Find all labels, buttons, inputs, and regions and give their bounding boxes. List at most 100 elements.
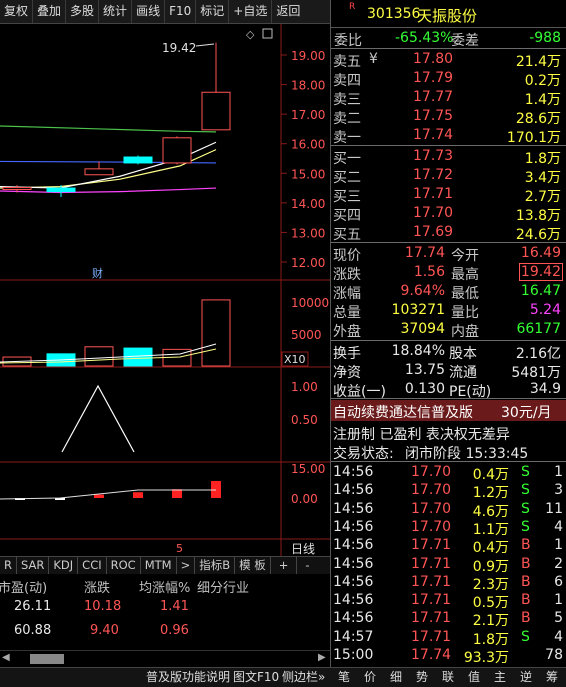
add-watchlist-button[interactable]: +自选 — [229, 0, 273, 23]
stock-name: 天振股份 — [417, 7, 478, 25]
price-axis-label: 15.00 — [291, 167, 325, 181]
ask-row[interactable]: 卖五 ¥17.80 21.4万 — [331, 50, 566, 70]
table-cell-change: 9.40 — [90, 623, 119, 638]
tab-mtm[interactable]: MTM — [141, 557, 177, 574]
candle-body — [201, 91, 231, 131]
bid-row[interactable]: 买一 17.73 1.8万 — [331, 147, 566, 167]
f10-graphic-link[interactable]: 图文F10 — [233, 668, 279, 687]
horizontal-scrollbar[interactable]: ◀ ▶ — [0, 650, 330, 666]
tick-count: 11 — [545, 500, 563, 517]
sidebar-toggle[interactable]: 侧边栏» — [282, 668, 325, 687]
multi-stock-button[interactable]: 多股 — [66, 0, 100, 23]
scroll-right-icon[interactable]: ▶ — [318, 652, 326, 663]
overlay-button[interactable]: 叠加 — [33, 0, 67, 23]
stock-code: 301356 — [367, 6, 421, 22]
window-toggle-icon[interactable] — [262, 28, 273, 39]
tick-count: 4 — [554, 518, 563, 535]
price-axis-label: 16.00 — [291, 138, 325, 152]
candle-series — [2, 42, 231, 197]
tick-count: 1 — [554, 592, 563, 609]
tick-count: 6 — [554, 573, 563, 590]
scroll-thumb[interactable] — [30, 654, 64, 664]
feature-guide-link[interactable]: 普及版功能说明 — [146, 668, 230, 687]
tab-value[interactable]: 值 — [468, 668, 480, 687]
scroll-left-icon[interactable]: ◀ — [2, 652, 10, 663]
column-header-pe[interactable]: 市盈(动) — [0, 577, 47, 596]
bid-row[interactable]: 买五 17.69 24.6万 — [331, 223, 566, 243]
tab-indicator-b[interactable]: 指标B — [195, 557, 236, 574]
period-label[interactable]: 日线 — [291, 542, 315, 556]
tab-related[interactable]: 联 — [442, 668, 454, 687]
tick-price: 17.70 — [411, 482, 452, 499]
back-button[interactable]: 返回 — [272, 0, 304, 23]
column-header-avg-change[interactable]: 均涨幅% — [139, 577, 190, 596]
fundamentals-row: 净资 13.75 流通 5481万 — [331, 361, 566, 381]
kline-chart[interactable]: 19.00 18.00 17.00 16.00 15.00 14.00 13.00 12.00… — [0, 24, 330, 556]
diamond-icon[interactable]: ◇ — [246, 28, 255, 41]
tab-ticks[interactable]: 笔 — [338, 668, 350, 687]
tick-count: 4 — [554, 628, 563, 645]
column-header-change[interactable]: 涨跌 — [84, 577, 110, 596]
kline-chart-area[interactable]: 19.00 18.00 17.00 16.00 15.00 14.00 13.00 12.00… — [0, 24, 330, 556]
candle-body — [2, 186, 32, 190]
ask-row[interactable]: 卖四 17.79 0.2万 — [331, 69, 566, 89]
fundamental-label: 流通 — [449, 365, 477, 381]
macd-axis-label: 15.00 — [291, 462, 325, 476]
tab-roc[interactable]: ROC — [107, 557, 141, 574]
trade-state-row: 交易状态: 闭市阶段 15:33:45 — [331, 442, 566, 462]
tick-side: S — [521, 464, 530, 480]
statistics-button[interactable]: 统计 — [99, 0, 133, 23]
high-price-label: 19.42 — [162, 41, 196, 55]
quote-label: 今开 — [451, 248, 479, 264]
fundamental-value: 5481万 — [511, 365, 561, 381]
bid-row[interactable]: 买二 17.72 3.4万 — [331, 166, 566, 186]
commission-ratio-label: 委比 — [334, 33, 362, 49]
financial-report-marker[interactable]: 财 — [92, 266, 103, 280]
f10-button[interactable]: F10 — [165, 0, 197, 23]
kdj-line — [61, 384, 135, 453]
bid-label: 买二 — [333, 170, 361, 186]
candle-body — [123, 156, 153, 164]
draw-line-button[interactable]: 画线 — [132, 0, 166, 23]
bottom-bar: 普及版功能说明 图文F10 侧边栏» 笔 价 细 势 联 值 主 逆 筹 — [0, 667, 566, 687]
ad-text[interactable]: 自动续费通达信普及版 — [333, 402, 473, 422]
tab-reverse[interactable]: 逆 — [520, 668, 532, 687]
tab-trend[interactable]: 势 — [416, 668, 428, 687]
tick-price: 17.70 — [411, 500, 452, 517]
mark-button[interactable]: 标记 — [196, 0, 230, 23]
tick-side: S — [521, 500, 530, 517]
panel-frames — [0, 24, 330, 556]
ask-volume: 1.4万 — [524, 92, 561, 108]
bid-label: 买一 — [333, 151, 361, 167]
ask-price: 17.80 — [413, 51, 454, 67]
bid-price: 17.71 — [413, 186, 454, 202]
volume-axis-label: 5000 — [291, 328, 322, 342]
bid-row[interactable]: 买四 17.70 13.8万 — [331, 204, 566, 224]
remove-indicator-button[interactable]: - — [297, 557, 317, 574]
column-header-industry[interactable]: 细分行业 — [197, 577, 249, 596]
tab-template[interactable]: 模 板 — [235, 557, 271, 574]
tab-price[interactable]: 价 — [364, 668, 376, 687]
macd-axis-label: 0.00 — [291, 492, 318, 506]
restore-rights-button[interactable]: 复权 — [0, 0, 34, 23]
ask-row[interactable]: 卖二 17.75 28.6万 — [331, 107, 566, 127]
bid-row[interactable]: 买三 17.71 2.7万 — [331, 185, 566, 205]
tab-kdj[interactable]: KDJ — [49, 557, 79, 574]
price-axis-label: 19.00 — [291, 49, 325, 63]
tab-sar[interactable]: SAR — [17, 557, 50, 574]
quote-value: 17.74 — [404, 245, 445, 261]
tick-row: 14:57 17.71 1.8万 S 4 — [331, 628, 566, 648]
ad-price[interactable]: 30元/月 — [501, 402, 552, 422]
tab-detail[interactable]: 细 — [390, 668, 402, 687]
tab-r[interactable]: R — [0, 557, 17, 574]
tab-chips[interactable]: 筹 — [546, 668, 558, 687]
ask-row[interactable]: 卖三 17.77 1.4万 — [331, 88, 566, 108]
add-indicator-button[interactable]: + — [271, 557, 298, 574]
subscription-ad[interactable]: 自动续费通达信普及版 30元/月 — [331, 400, 566, 421]
tab-cci[interactable]: CCI — [78, 557, 107, 574]
ask-row[interactable]: 卖一 17.74 170.1万 — [331, 126, 566, 146]
tab-more[interactable]: > — [177, 557, 196, 574]
tick-row: 14:56 17.71 0.4万 B 1 — [331, 536, 566, 556]
tab-main[interactable]: 主 — [494, 668, 506, 687]
ask-label: 卖三 — [333, 92, 361, 108]
